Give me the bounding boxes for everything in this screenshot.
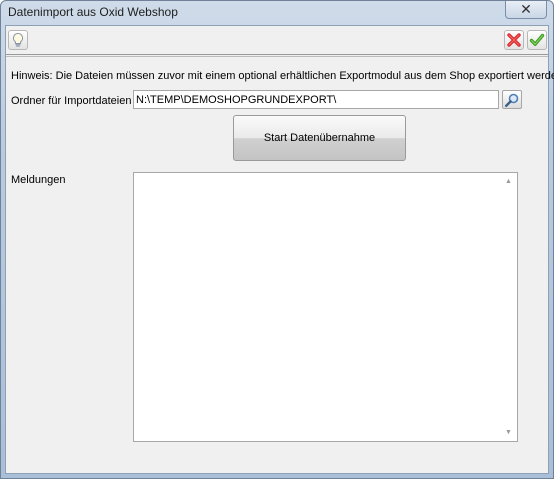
cancel-button[interactable] [504, 30, 524, 50]
messages-textarea[interactable]: ▲ ▼ [133, 172, 518, 442]
window-title: Datenimport aus Oxid Webshop [8, 5, 178, 19]
start-import-button[interactable]: Start Datenübernahme [233, 115, 406, 161]
folder-label: Ordner für Importdateien [11, 95, 132, 107]
folder-path-input[interactable] [133, 90, 499, 109]
green-check-icon [529, 33, 545, 46]
close-icon: ✕ [520, 1, 532, 17]
dialog-window: Datenimport aus Oxid Webshop ✕ Hinweis: … [0, 0, 554, 479]
search-icon [505, 93, 519, 107]
hint-text: Hinweis: Die Dateien müssen zuvor mit ei… [11, 70, 554, 82]
dialog-client-area: Hinweis: Die Dateien müssen zuvor mit ei… [5, 25, 554, 474]
browse-folder-button[interactable] [502, 90, 522, 109]
scroll-down-icon[interactable]: ▼ [500, 424, 517, 441]
messages-label: Meldungen [11, 174, 66, 186]
title-bar[interactable]: Datenimport aus Oxid Webshop ✕ [1, 1, 553, 23]
red-x-icon [507, 33, 521, 47]
window-close-button[interactable]: ✕ [505, 1, 547, 19]
toolbar [6, 26, 548, 57]
lightbulb-button[interactable] [8, 30, 28, 50]
confirm-button[interactable] [527, 30, 547, 50]
messages-content [136, 175, 499, 439]
scroll-up-icon[interactable]: ▲ [500, 173, 517, 190]
messages-scrollbar[interactable]: ▲ ▼ [500, 173, 517, 441]
lightbulb-icon [12, 32, 24, 47]
